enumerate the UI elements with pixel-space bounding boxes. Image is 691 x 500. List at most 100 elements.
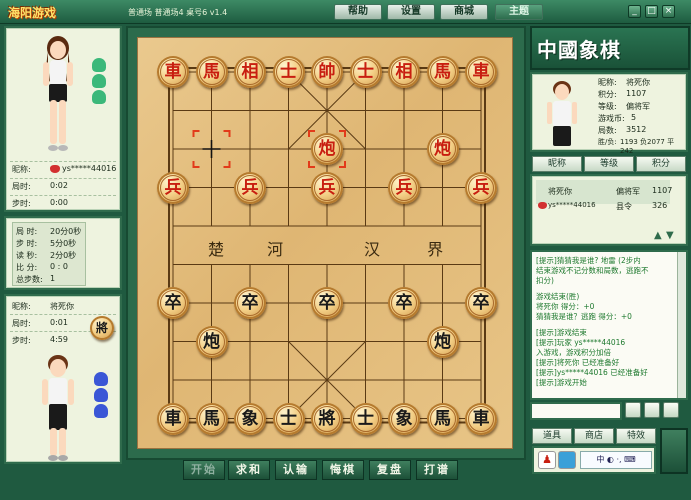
rule-value: 5分0秒 (50, 239, 77, 248)
resign-button[interactable]: 认输 (275, 460, 317, 480)
red-piece[interactable]: 士 (272, 56, 305, 88)
chat-scrollbar[interactable] (677, 252, 686, 398)
replay-button[interactable]: 复盘 (369, 460, 411, 480)
rule-label: 局 时: (16, 227, 38, 236)
item-icon[interactable]: ♟ (538, 451, 556, 469)
start-button[interactable]: 开始 (183, 460, 225, 480)
black-piece[interactable]: 象 (234, 402, 266, 435)
red-piece[interactable]: 兵 (234, 171, 266, 204)
tab-nickname[interactable]: 昵称 (532, 156, 582, 172)
red-piece[interactable]: 帥 (311, 56, 343, 88)
settings-button[interactable]: 设置 (387, 4, 435, 20)
red-piece[interactable]: 士 (349, 56, 382, 88)
red-piece[interactable]: 車 (157, 56, 189, 88)
black-piece[interactable]: 車 (465, 402, 497, 435)
scroll-down-icon[interactable]: ▼ (666, 230, 674, 241)
profile-value: 1193 负2077 平242 (620, 138, 675, 155)
profile-label: 局数: (598, 126, 617, 135)
profile-label: 等级: (598, 102, 617, 111)
bottom-step-label: 步时: (12, 336, 31, 345)
chat-input[interactable] (530, 402, 622, 420)
black-piece[interactable]: 馬 (426, 402, 459, 435)
black-piece[interactable]: 炮 (426, 325, 459, 358)
red-piece[interactable]: 馬 (195, 56, 228, 88)
rule-label: 读 秒: (16, 251, 38, 260)
profile-label: 游戏币: (598, 114, 625, 123)
item-tray: ♟ 中 ◐ ·, ⌨ (532, 446, 656, 474)
player-name[interactable]: 将死你 (548, 186, 572, 197)
red-piece[interactable]: 炮 (311, 133, 343, 165)
game-title: 中國象棋 (537, 38, 621, 62)
profile-value: 1107 (626, 89, 647, 98)
role-badge-piece: 將 (90, 316, 114, 340)
draw-request-button[interactable]: 求和 (228, 460, 270, 480)
ime-toolbar[interactable]: 中 ◐ ·, ⌨ (580, 451, 652, 469)
black-piece[interactable]: 卒 (465, 287, 497, 319)
black-piece[interactable]: 象 (388, 402, 420, 435)
profile-label: 积分: (598, 90, 617, 99)
tab-items[interactable]: 道具 (532, 428, 572, 444)
red-piece[interactable]: 炮 (426, 133, 459, 165)
red-piece[interactable]: 馬 (426, 56, 459, 88)
red-piece[interactable]: 兵 (157, 171, 189, 204)
black-piece[interactable]: 車 (157, 402, 189, 435)
options-icon[interactable] (663, 402, 679, 418)
player-score: 326 (652, 201, 668, 210)
black-piece[interactable]: 卒 (388, 287, 420, 319)
app-logo: 海阳游戏 (8, 6, 57, 20)
black-piece[interactable]: 卒 (234, 287, 266, 319)
close-button[interactable]: × (662, 5, 675, 18)
profile-avatar-image (547, 81, 577, 146)
bottom-timer-value: 0:01 (50, 318, 68, 327)
rule-label: 总步数: (16, 275, 43, 284)
send-icon[interactable] (625, 402, 641, 418)
blue-ghost-icons (90, 56, 110, 116)
blue-ghost-icons (92, 370, 112, 430)
top-player-card: 昵称: ys*****44016 局时: 0:02 步时: 0:00 (4, 26, 122, 212)
maximize-button[interactable]: □ (645, 5, 658, 18)
scroll-up-icon[interactable]: ▲ (654, 230, 662, 241)
chat-line: 游戏结束(胜) (536, 292, 580, 301)
notation-button[interactable]: 打谱 (416, 460, 458, 480)
male-avatar-image (42, 355, 74, 461)
chat-line: 入游戏，游戏积分加倍 (536, 348, 611, 357)
member-button[interactable] (660, 428, 688, 474)
xiangqi-board[interactable]: 楚 河 汉 界 車馬相士帥士相馬車炮炮兵兵兵兵兵卒卒卒卒卒炮炮車馬象士將士象馬車 (137, 37, 513, 449)
chat-line: 将死你 得分：+0 (536, 302, 595, 311)
tab-shop[interactable]: 商店 (574, 428, 614, 444)
help-button[interactable]: 帮助 (334, 4, 382, 20)
red-piece[interactable]: 兵 (388, 171, 420, 204)
store-button[interactable]: 商城 (440, 4, 488, 20)
red-piece[interactable]: 兵 (311, 171, 343, 204)
tab-score[interactable]: 积分 (636, 156, 686, 172)
chat-line: 扣分) (536, 276, 554, 285)
black-piece[interactable]: 卒 (157, 287, 189, 319)
profile-value: 将死你 (626, 78, 650, 87)
black-piece[interactable]: 士 (272, 402, 305, 435)
red-piece[interactable]: 相 (234, 56, 266, 88)
black-piece[interactable]: 馬 (195, 402, 228, 435)
black-piece[interactable]: 炮 (195, 325, 228, 358)
bottom-player-card: 昵称: 将死你 局时: 0:01 步时: 4:59 將 (4, 294, 122, 464)
bottom-nick-value: 将死你 (50, 302, 74, 311)
game-toolbar: 开始 求和 认输 悔棋 复盘 打谱 (170, 460, 470, 482)
profile-label: 胜/负: (598, 138, 617, 146)
undo-button[interactable]: 悔棋 (322, 460, 364, 480)
player-name[interactable]: ys*****44016 (548, 201, 596, 209)
room-title: 普通场 普通场4 桌号6 v1.4 (128, 8, 228, 17)
red-piece[interactable]: 兵 (465, 171, 497, 204)
black-piece[interactable]: 卒 (311, 287, 343, 319)
theme-button[interactable]: 主题 (495, 4, 543, 20)
chat-line: [提示]ys*****44016 已经准备好 (536, 368, 648, 377)
item-icon[interactable] (558, 451, 576, 469)
tab-rank[interactable]: 等级 (584, 156, 634, 172)
black-piece[interactable]: 士 (349, 402, 382, 435)
red-piece[interactable]: 相 (388, 56, 420, 88)
emoji-icon[interactable] (644, 402, 660, 418)
minimize-button[interactable]: _ (628, 5, 641, 18)
player-rank: 偏将军 (616, 187, 640, 196)
red-piece[interactable]: 車 (465, 56, 497, 88)
tab-effects[interactable]: 特效 (616, 428, 656, 444)
top-step-label: 步时: (12, 199, 31, 208)
black-piece[interactable]: 將 (311, 402, 343, 435)
